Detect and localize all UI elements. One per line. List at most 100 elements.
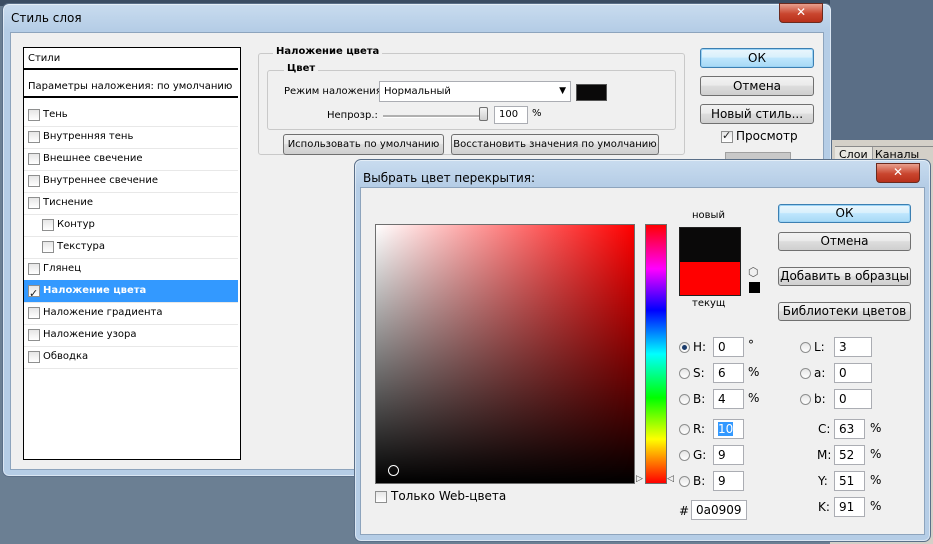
opacity-input[interactable]: 100 — [494, 106, 528, 124]
style-item-checkbox[interactable] — [42, 241, 54, 253]
b-radio[interactable] — [679, 394, 690, 405]
style-item-checkbox[interactable] — [28, 197, 40, 209]
style-item[interactable]: Текстура — [24, 236, 238, 259]
style-item-label: Внутреннее свечение — [43, 175, 158, 186]
section-title: Наложение цвета — [273, 46, 383, 57]
hue-slider[interactable] — [645, 224, 667, 484]
style-item[interactable]: Наложение узора — [24, 324, 238, 347]
c-input[interactable]: 63 — [834, 419, 865, 439]
style-item[interactable]: Наложение градиента — [24, 302, 238, 325]
l-radio[interactable] — [800, 342, 811, 353]
style-item[interactable]: Внешнее свечение — [24, 148, 238, 171]
l-label: L: — [814, 340, 825, 354]
overlay-color-swatch[interactable] — [576, 84, 607, 101]
blend-mode-select[interactable]: Нормальный ▼ — [379, 81, 571, 102]
style-item-checkbox[interactable] — [28, 175, 40, 187]
lab-b-input[interactable]: 0 — [834, 389, 872, 409]
style-item-checkbox[interactable] — [42, 219, 54, 231]
k-unit: % — [870, 499, 882, 513]
style-item-checkbox[interactable] — [28, 307, 40, 319]
style-item[interactable]: Контур — [24, 214, 238, 237]
k-label: K: — [818, 500, 830, 514]
blend-mode-label: Режим наложения: — [284, 86, 386, 97]
style-item-checkbox[interactable] — [28, 109, 40, 121]
web-safe-swatch-icon[interactable] — [749, 282, 760, 293]
b-unit: % — [748, 391, 760, 405]
new-label: новый — [692, 210, 725, 221]
style-item-checkbox[interactable] — [28, 283, 40, 305]
style-item-label: Внутренняя тень — [43, 131, 134, 142]
a-radio[interactable] — [800, 368, 811, 379]
hue-slider-right-arrow[interactable]: ◁ — [667, 474, 674, 484]
current-label: текущ — [692, 298, 726, 309]
hue-slider-left-arrow[interactable]: ▷ — [636, 474, 643, 484]
style-item[interactable]: Глянец — [24, 258, 238, 281]
k-input[interactable]: 91 — [834, 497, 865, 517]
preview-checkbox[interactable] — [721, 129, 733, 143]
opacity-slider-thumb[interactable] — [479, 107, 488, 121]
y-label: Y: — [818, 474, 828, 488]
blue-input[interactable]: 9 — [713, 471, 744, 491]
style-item-checkbox[interactable] — [28, 329, 40, 341]
restore-default-button[interactable]: Восстановить значения по умолчанию — [451, 134, 659, 155]
s-unit: % — [748, 365, 760, 379]
r-radio[interactable] — [679, 424, 690, 435]
hex-input[interactable]: 0a0909 — [691, 500, 747, 520]
style-item[interactable]: Внутренняя тень — [24, 126, 238, 149]
lab-b-radio[interactable] — [800, 394, 811, 405]
new-style-button[interactable]: Новый стиль... — [700, 104, 814, 124]
r-label: R: — [693, 422, 706, 436]
cancel-button[interactable]: Отмена — [778, 232, 911, 251]
color-libraries-button[interactable]: Библиотеки цветов — [778, 302, 911, 321]
brightness-input[interactable]: 4 — [713, 389, 744, 409]
style-item-checkbox[interactable] — [28, 351, 40, 363]
close-button[interactable]: ✕ — [876, 163, 920, 183]
use-default-button[interactable]: Использовать по умолчанию — [283, 134, 444, 155]
h-radio[interactable] — [679, 342, 690, 353]
g-radio[interactable] — [679, 450, 690, 461]
style-item[interactable]: Обводка — [24, 346, 238, 369]
a-input[interactable]: 0 — [834, 363, 872, 383]
style-item-checkbox[interactable] — [28, 263, 40, 275]
m-input[interactable]: 52 — [834, 445, 865, 465]
style-item[interactable]: Наложение цвета — [24, 280, 238, 305]
style-item[interactable]: Внутреннее свечение — [24, 170, 238, 193]
cancel-button[interactable]: Отмена — [700, 76, 814, 96]
blue-radio[interactable] — [679, 476, 690, 487]
styles-list: Стили Параметры наложения: по умолчанию … — [23, 47, 241, 460]
opacity-label: Непрозр.: — [327, 110, 378, 121]
y-input[interactable]: 51 — [834, 471, 865, 491]
ok-button[interactable]: ОК — [700, 48, 814, 68]
style-item[interactable]: Тень — [24, 104, 238, 127]
out-of-gamut-cube-icon[interactable]: ⬡ — [748, 265, 758, 279]
color-field[interactable] — [375, 224, 635, 484]
style-item-label: Обводка — [43, 351, 89, 362]
color-field-cursor[interactable] — [388, 465, 399, 476]
ok-button[interactable]: ОК — [778, 204, 911, 223]
style-item-checkbox[interactable] — [28, 131, 40, 143]
hex-label: # — [679, 504, 690, 518]
close-button[interactable]: ✕ — [779, 3, 823, 23]
style-item-label: Текстура — [57, 241, 106, 252]
styles-header[interactable]: Стили — [24, 48, 238, 70]
s-input[interactable]: 6 — [713, 363, 744, 383]
style-item-checkbox[interactable] — [28, 153, 40, 165]
s-radio[interactable] — [679, 368, 690, 379]
current-color-swatch[interactable] — [679, 262, 741, 296]
l-input[interactable]: 3 — [834, 337, 872, 357]
style-item[interactable]: Тиснение — [24, 192, 238, 215]
add-to-swatches-button[interactable]: Добавить в образцы — [778, 267, 911, 286]
opacity-slider-track[interactable] — [383, 115, 487, 118]
blend-mode-value: Нормальный — [384, 86, 451, 97]
style-item-label: Глянец — [43, 263, 82, 274]
style-item-label: Наложение узора — [43, 329, 137, 340]
blending-options-item[interactable]: Параметры наложения: по умолчанию — [24, 76, 238, 98]
lab-b-label: b: — [814, 392, 826, 406]
background-workspace — [830, 0, 933, 140]
r-input-value: 10 — [718, 422, 734, 436]
web-only-checkbox[interactable] — [375, 491, 387, 503]
g-input[interactable]: 9 — [713, 445, 744, 465]
r-input[interactable]: 10 — [713, 419, 744, 439]
style-item-label: Контур — [57, 219, 95, 230]
h-input[interactable]: 0 — [713, 337, 744, 357]
